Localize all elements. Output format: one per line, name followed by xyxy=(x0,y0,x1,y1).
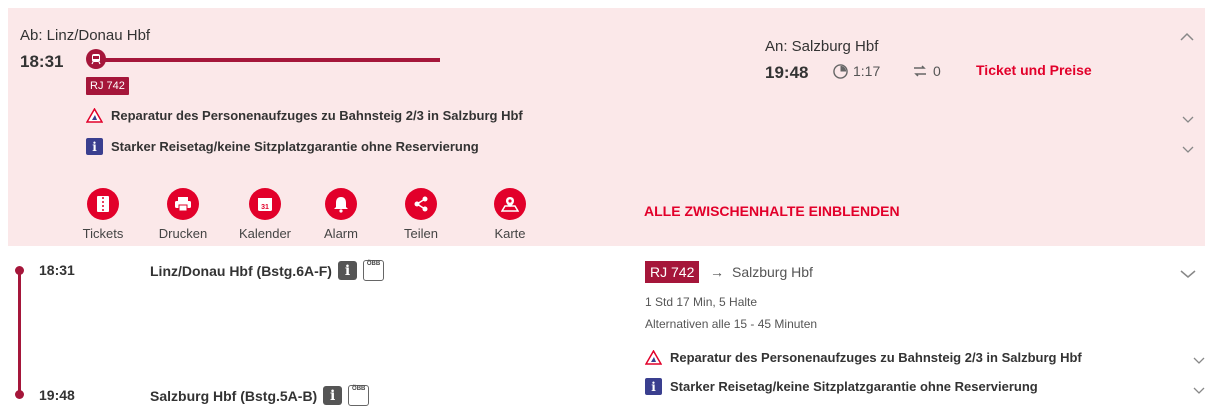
detail-train-badge: RJ 742 xyxy=(645,261,700,283)
station-info-icon[interactable]: i xyxy=(323,386,343,405)
construction-warning-icon xyxy=(645,350,662,365)
trip-summary: 1 Std 17 Min, 5 Halte xyxy=(645,295,758,309)
arrow-right-icon: → xyxy=(710,264,724,280)
clock-icon xyxy=(833,63,848,79)
expand-chevron-down-icon[interactable] xyxy=(1193,354,1205,368)
expand-chevron-down-icon[interactable] xyxy=(1182,113,1194,127)
calendar-icon: 31 xyxy=(249,188,281,220)
action-share-button[interactable]: Teilen xyxy=(386,188,456,241)
arr-station-name: Salzburg Hbf (Bstg.5A-B) xyxy=(150,387,318,404)
obb-icon[interactable]: ÖBB xyxy=(362,260,384,281)
show-all-stops-link[interactable]: ALLE ZWISCHENHALTE EINBLENDEN xyxy=(644,203,900,219)
dep-time: 18:31 xyxy=(39,262,75,278)
bell-icon xyxy=(325,188,357,220)
trip-alternatives: Alternativen alle 15 - 45 Minuten xyxy=(645,317,818,331)
action-print-button[interactable]: Drucken xyxy=(148,188,218,241)
dep-station-name: Linz/Donau Hbf (Bstg.6A-F) xyxy=(150,262,332,279)
departure-time: 18:31 xyxy=(20,52,64,71)
info-icon: i xyxy=(645,378,662,395)
action-label: Tickets xyxy=(82,226,124,241)
arr-station: Salzburg Hbf (Bstg.5A-B) i ÖBB xyxy=(150,385,370,406)
calendar-day: 31 xyxy=(261,204,269,211)
notice-elevator[interactable]: Reparatur des Personenaufzuges zu Bahnst… xyxy=(86,108,523,123)
duration: 1:17 xyxy=(833,63,880,79)
journey-progress-line xyxy=(104,58,440,62)
notice-text: Reparatur des Personenaufzuges zu Bahnst… xyxy=(670,350,1082,365)
expand-chevron-down-icon[interactable] xyxy=(1182,143,1194,157)
departure-label: Ab: Linz/Donau Hbf xyxy=(20,27,151,44)
obb-label: ÖBB xyxy=(352,386,366,392)
action-label: Teilen xyxy=(404,226,438,241)
map-icon xyxy=(494,188,526,220)
detail-notice-elevator[interactable]: Reparatur des Personenaufzuges zu Bahnst… xyxy=(645,350,1082,365)
ticket-price-link[interactable]: Ticket und Preise xyxy=(976,62,1092,78)
direction-text: Salzburg Hbf xyxy=(732,264,813,280)
action-calendar-button[interactable]: 31 Kalender xyxy=(230,188,300,241)
printer-icon xyxy=(167,188,199,220)
share-icon xyxy=(405,188,437,220)
action-label: Alarm xyxy=(324,226,358,241)
train-direction: → Salzburg Hbf xyxy=(710,264,813,280)
timeline-line xyxy=(18,270,21,394)
expand-chevron-down-icon[interactable] xyxy=(1193,384,1205,398)
collapse-chevron-up-icon[interactable] xyxy=(1180,28,1194,44)
action-map-button[interactable]: Karte xyxy=(475,188,545,241)
construction-warning-icon xyxy=(86,108,103,123)
notice-text: Starker Reisetag/keine Sitzplatzgarantie… xyxy=(111,139,479,154)
transfers: 0 xyxy=(912,63,941,79)
action-label: Kalender xyxy=(238,226,292,241)
arr-time: 19:48 xyxy=(39,387,75,403)
notice-text: Reparatur des Personenaufzuges zu Bahnst… xyxy=(111,108,523,123)
station-info-icon[interactable]: i xyxy=(337,261,357,280)
obb-label: ÖBB xyxy=(366,261,381,267)
arrival-time: 19:48 xyxy=(765,63,809,82)
notice-reservation[interactable]: i Starker Reisetag/keine Sitzplatzgarant… xyxy=(86,138,479,155)
dep-station: Linz/Donau Hbf (Bstg.6A-F) i ÖBB xyxy=(150,260,384,281)
timeline-end-dot xyxy=(15,390,24,399)
ticket-icon xyxy=(87,188,119,220)
action-tickets-button[interactable]: Tickets xyxy=(68,188,138,241)
info-icon: i xyxy=(86,138,103,155)
transfer-icon xyxy=(914,65,926,77)
transfers-value: 0 xyxy=(933,63,941,79)
detail-notice-reservation[interactable]: i Starker Reisetag/keine Sitzplatzgarant… xyxy=(645,378,1038,395)
notice-text: Starker Reisetag/keine Sitzplatzgarantie… xyxy=(670,379,1038,394)
action-alarm-button[interactable]: Alarm xyxy=(306,188,376,241)
expand-chevron-down-icon[interactable] xyxy=(1180,268,1196,282)
duration-value: 1:17 xyxy=(853,63,881,79)
action-label: Drucken xyxy=(158,226,208,241)
action-label: Karte xyxy=(494,226,526,241)
obb-icon[interactable]: ÖBB xyxy=(348,385,370,406)
train-icon xyxy=(86,49,106,69)
timeline-start-dot xyxy=(15,266,24,275)
arrival-label: An: Salzburg Hbf xyxy=(765,38,879,55)
train-badge: RJ 742 xyxy=(86,77,129,95)
